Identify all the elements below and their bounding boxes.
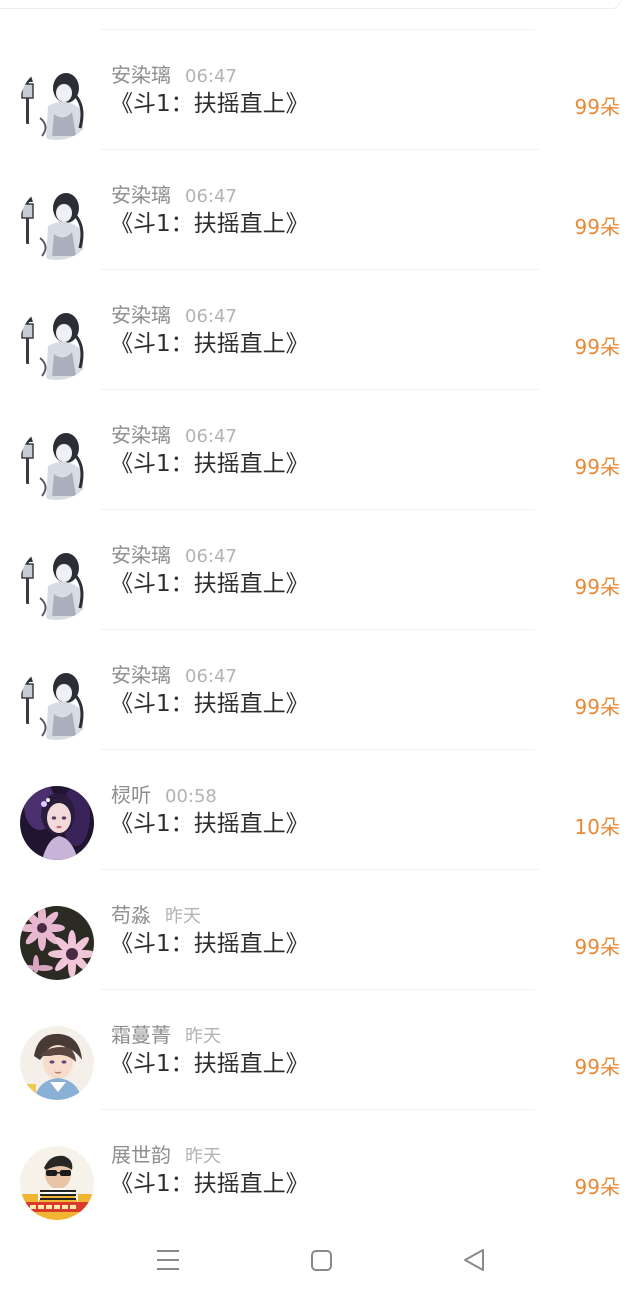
meta-line: 展世韵 昨天 [111, 1141, 221, 1169]
flower-count: 99朵 [574, 335, 620, 359]
sent-time: 06:47 [185, 186, 237, 207]
sender-name[interactable]: 安染璃 [111, 63, 171, 87]
sent-time: 06:47 [185, 426, 237, 447]
row-divider [100, 149, 540, 150]
meta-line: 苟淼 昨天 [111, 901, 201, 929]
gift-title: 《斗1：扶摇直上》 [110, 811, 309, 837]
system-navigation-bar [0, 1220, 640, 1300]
back-triangle-icon [464, 1249, 484, 1271]
gift-title: 《斗1：扶摇直上》 [110, 211, 309, 237]
sender-name[interactable]: 苟淼 [111, 903, 151, 927]
row-divider [100, 1109, 535, 1110]
sent-time: 06:47 [185, 666, 237, 687]
flower-count: 99朵 [574, 455, 620, 479]
menu-lines-icon [157, 1250, 179, 1270]
meta-line: 霜蔓菁 昨天 [111, 1021, 221, 1049]
gift-title: 《斗1：扶摇直上》 [110, 1171, 309, 1197]
avatar[interactable] [20, 546, 94, 620]
row-divider [100, 509, 535, 510]
sender-name[interactable]: 安染璃 [111, 183, 171, 207]
previous-card-edge [0, 0, 621, 9]
row-divider [100, 29, 535, 30]
flower-count: 99朵 [574, 935, 620, 959]
avatar[interactable] [20, 786, 94, 860]
avatar[interactable] [20, 906, 94, 980]
list-item[interactable]: 棂听 00:58 《斗1：扶摇直上》 10朵 [0, 783, 640, 906]
list-item[interactable]: 安染璃 06:47 《斗1：扶摇直上》 99朵 [0, 423, 640, 546]
list-item[interactable]: 安染璃 06:47 《斗1：扶摇直上》 99朵 [0, 183, 640, 306]
sent-time: 昨天 [185, 1146, 221, 1167]
meta-line: 安染璃 06:47 [111, 61, 237, 89]
meta-line: 安染璃 06:47 [111, 181, 237, 209]
sent-time: 06:47 [185, 546, 237, 567]
flower-count: 99朵 [574, 695, 620, 719]
gift-title: 《斗1：扶摇直上》 [110, 691, 309, 717]
list-item[interactable]: 安染璃 06:47 《斗1：扶摇直上》 99朵 [0, 543, 640, 666]
sent-time: 06:47 [185, 66, 237, 87]
avatar[interactable] [20, 666, 94, 740]
row-divider [100, 989, 535, 990]
list-item[interactable]: 安染璃 06:47 《斗1：扶摇直上》 99朵 [0, 663, 640, 786]
meta-line: 棂听 00:58 [111, 781, 217, 809]
gift-title: 《斗1：扶摇直上》 [110, 571, 309, 597]
menu-button[interactable] [146, 1240, 190, 1280]
row-divider [100, 269, 540, 270]
gift-title: 《斗1：扶摇直上》 [110, 331, 309, 357]
flower-count: 99朵 [574, 1175, 620, 1199]
home-button[interactable] [299, 1240, 343, 1280]
sent-time: 昨天 [165, 906, 201, 927]
meta-line: 安染璃 06:47 [111, 421, 237, 449]
flower-count: 99朵 [574, 1055, 620, 1079]
list-item[interactable]: 霜蔓菁 昨天 《斗1：扶摇直上》 99朵 [0, 1023, 640, 1146]
sender-name[interactable]: 安染璃 [111, 423, 171, 447]
row-divider [100, 389, 540, 390]
avatar[interactable] [20, 186, 94, 260]
list-item[interactable]: 安染璃 06:47 《斗1：扶摇直上》 99朵 [0, 63, 640, 186]
sent-time: 06:47 [185, 306, 237, 327]
meta-line: 安染璃 06:47 [111, 301, 237, 329]
sender-name[interactable]: 安染璃 [111, 303, 171, 327]
row-divider [100, 869, 540, 870]
avatar[interactable] [20, 306, 94, 380]
sent-time: 昨天 [185, 1026, 221, 1047]
avatar[interactable] [20, 66, 94, 140]
flower-count: 10朵 [574, 815, 620, 839]
gift-title: 《斗1：扶摇直上》 [110, 451, 309, 477]
sender-name[interactable]: 棂听 [111, 783, 151, 807]
sender-name[interactable]: 安染璃 [111, 543, 171, 567]
sender-name[interactable]: 霜蔓菁 [111, 1023, 171, 1047]
flower-count: 99朵 [574, 215, 620, 239]
list-item[interactable]: 安染璃 06:47 《斗1：扶摇直上》 99朵 [0, 303, 640, 426]
gift-title: 《斗1：扶摇直上》 [110, 931, 309, 957]
meta-line: 安染璃 06:47 [111, 661, 237, 689]
sender-name[interactable]: 展世韵 [111, 1143, 171, 1167]
sender-name[interactable]: 安染璃 [111, 663, 171, 687]
avatar[interactable] [20, 1026, 94, 1100]
gift-title: 《斗1：扶摇直上》 [110, 1051, 309, 1077]
flower-count: 99朵 [574, 95, 620, 119]
avatar[interactable] [20, 426, 94, 500]
row-divider [100, 629, 535, 630]
home-square-icon [311, 1250, 332, 1271]
avatar[interactable] [20, 1146, 94, 1220]
gift-record-screen: 安染璃 06:47 《斗1：扶摇直上》 99朵 安染璃 06:47 《斗1：扶摇直上 [0, 0, 640, 1300]
flower-count: 99朵 [574, 575, 620, 599]
meta-line: 安染璃 06:47 [111, 541, 237, 569]
list-item[interactable]: 苟淼 昨天 《斗1：扶摇直上》 99朵 [0, 903, 640, 1026]
row-divider [100, 749, 535, 750]
sent-time: 00:58 [165, 786, 217, 807]
gift-title: 《斗1：扶摇直上》 [110, 91, 309, 117]
top-strip [0, 0, 640, 30]
back-button[interactable] [452, 1240, 496, 1280]
